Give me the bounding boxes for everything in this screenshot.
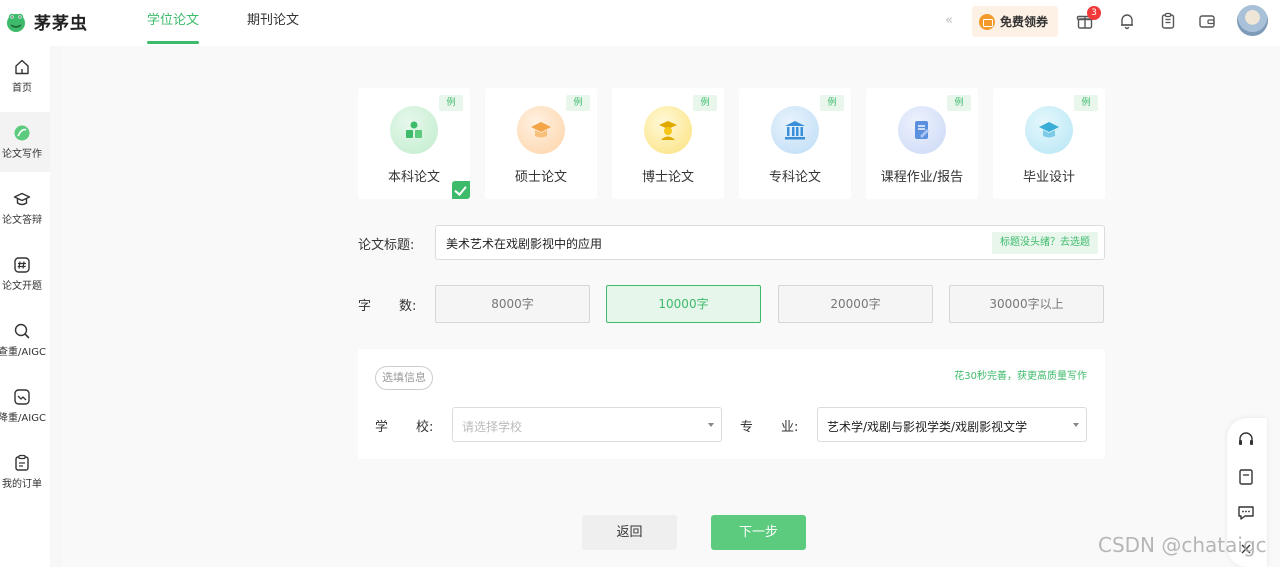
reduce-icon	[14, 389, 30, 405]
optional-info-tag: 选填信息	[375, 366, 433, 390]
top-bar: 茅茅虫 学位论文 期刊论文 « 免费领券 3	[0, 0, 1280, 46]
doctor-icon	[659, 121, 677, 140]
major-select[interactable]: 艺术学/戏剧与影视学类/戏剧影视文学	[817, 407, 1087, 442]
sidebar-item-label: 论文写作	[2, 149, 42, 160]
school-label-a: 学	[375, 420, 389, 435]
graduation-cap-icon	[1039, 122, 1059, 138]
example-tag[interactable]: 例	[947, 95, 971, 111]
major-label-a: 专	[740, 420, 754, 435]
paper-type-card-graduation-project[interactable]: 例 毕业设计	[993, 88, 1105, 199]
example-tag[interactable]: 例	[693, 95, 717, 111]
topic-suggestion-button[interactable]: 标题没头绪？去选题	[992, 232, 1098, 254]
chat-icon[interactable]	[1237, 504, 1255, 522]
sidebar-item-label: 首页	[12, 83, 32, 94]
paper-type-card-coursework[interactable]: 例 课程作业/报告	[866, 88, 978, 199]
paper-title-value: 美术艺术在戏剧影视中的应用	[446, 237, 603, 251]
sidebar-item-check-aigc[interactable]: 查重/AIGC	[0, 310, 50, 370]
word-count-option-8000[interactable]: 8000字	[435, 285, 590, 323]
sidebar-item-orders[interactable]: 我的订单	[0, 442, 50, 502]
notes-icon[interactable]	[1237, 468, 1255, 486]
sidebar-item-label: 论文答辩	[2, 215, 42, 226]
word-count-option-10000[interactable]: 10000字	[606, 285, 761, 323]
example-tag[interactable]: 例	[566, 95, 590, 111]
graduation-cap-icon	[13, 192, 31, 206]
clipboard-icon[interactable]	[1159, 12, 1177, 30]
tab-journal-paper[interactable]: 期刊论文	[242, 0, 304, 46]
sidebar-item-reduce-aigc[interactable]: 降重/AIGC	[0, 376, 50, 436]
paper-type-card-master[interactable]: 例 硕士论文	[485, 88, 597, 199]
word-count-option-20000[interactable]: 20000字	[778, 285, 933, 323]
coupon-label: 免费领券	[1000, 15, 1049, 29]
paper-title-label: 论文标题:	[358, 238, 415, 253]
back-button[interactable]: 返回	[582, 515, 677, 550]
report-icon	[915, 121, 929, 139]
selected-check-icon	[452, 181, 470, 199]
headset-icon[interactable]	[1237, 431, 1255, 449]
example-tag[interactable]: 例	[1074, 95, 1098, 111]
collapse-icon[interactable]: «	[945, 13, 953, 28]
caterpillar-logo-icon	[7, 13, 25, 32]
hash-icon	[14, 257, 30, 273]
sidebar-item-label: 查重/AIGC	[0, 347, 46, 358]
user-avatar[interactable]	[1237, 5, 1268, 36]
gift-count-badge: 3	[1087, 6, 1101, 20]
search-icon	[14, 323, 30, 339]
major-select-value: 艺术学/戏剧与影视学类/戏剧影视文学	[827, 420, 1028, 434]
school-select-placeholder: 请选择学校	[462, 420, 523, 434]
home-icon	[15, 59, 29, 75]
word-count-label-count: 数:	[399, 299, 417, 314]
chevron-down-icon	[708, 423, 714, 427]
optional-info-hint: 花30秒完善，获更高质量写作	[954, 371, 1087, 382]
chevron-down-icon	[1073, 423, 1079, 427]
optional-info-panel: 选填信息 花30秒完善，获更高质量写作 学 校: 请选择学校 专 业: 艺术学/…	[358, 349, 1105, 459]
institution-icon	[785, 121, 805, 140]
paper-type-label: 毕业设计	[1022, 170, 1075, 185]
paper-type-label: 博士论文	[641, 170, 694, 185]
tab-degree-paper[interactable]: 学位论文	[142, 0, 204, 46]
tab-journal-paper-label: 期刊论文	[247, 13, 300, 28]
paper-type-card-phd[interactable]: 例 博士论文	[612, 88, 724, 199]
paper-type-card-associate[interactable]: 例 专科论文	[739, 88, 851, 199]
sidebar-item-paper-writing[interactable]: 论文写作	[0, 112, 50, 172]
paper-title-input[interactable]: 美术艺术在戏剧影视中的应用 标题没头绪？去选题	[435, 225, 1105, 260]
example-tag[interactable]: 例	[439, 95, 463, 111]
sidebar: 首页 论文写作 论文答辩 论文开题 查重/AIGC 降重/AIGC 我的订单	[0, 46, 50, 567]
paper-type-card-undergrad[interactable]: 例 本科论文	[358, 88, 470, 199]
coupon-icon	[979, 13, 995, 30]
sidebar-item-label: 降重/AIGC	[0, 413, 46, 424]
school-select[interactable]: 请选择学校	[452, 407, 722, 442]
wallet-icon[interactable]	[1198, 12, 1216, 30]
example-tag[interactable]: 例	[820, 95, 844, 111]
order-icon	[15, 454, 29, 471]
brand-name: 茅茅虫	[34, 14, 88, 34]
tab-degree-paper-label: 学位论文	[147, 13, 200, 28]
word-count-label-char: 字	[358, 299, 372, 314]
watermark: CSDN @chataigc	[1098, 533, 1267, 557]
next-step-button[interactable]: 下一步	[711, 515, 806, 550]
free-coupon-button[interactable]: 免费领券	[972, 6, 1058, 37]
paper-type-label: 硕士论文	[514, 170, 567, 185]
graduation-cap-icon	[531, 122, 551, 138]
school-label-b: 校:	[416, 420, 434, 435]
leaf-icon	[14, 125, 30, 141]
paper-type-label: 专科论文	[768, 170, 821, 185]
sidebar-item-home[interactable]: 首页	[0, 46, 50, 106]
brand-logo[interactable]: 茅茅虫	[4, 9, 88, 34]
sidebar-item-label: 论文开题	[2, 281, 42, 292]
bell-icon[interactable]	[1118, 12, 1136, 30]
active-tab-indicator	[147, 41, 200, 44]
sidebar-item-defense[interactable]: 论文答辩	[0, 178, 50, 238]
sidebar-item-label: 我的订单	[2, 479, 42, 490]
building-blocks-icon	[406, 121, 422, 138]
sidebar-item-proposal[interactable]: 论文开题	[0, 244, 50, 304]
paper-type-label: 课程作业/报告	[880, 170, 964, 185]
word-count-option-30000-plus[interactable]: 30000字以上	[949, 285, 1104, 323]
major-label-b: 业:	[781, 420, 799, 435]
